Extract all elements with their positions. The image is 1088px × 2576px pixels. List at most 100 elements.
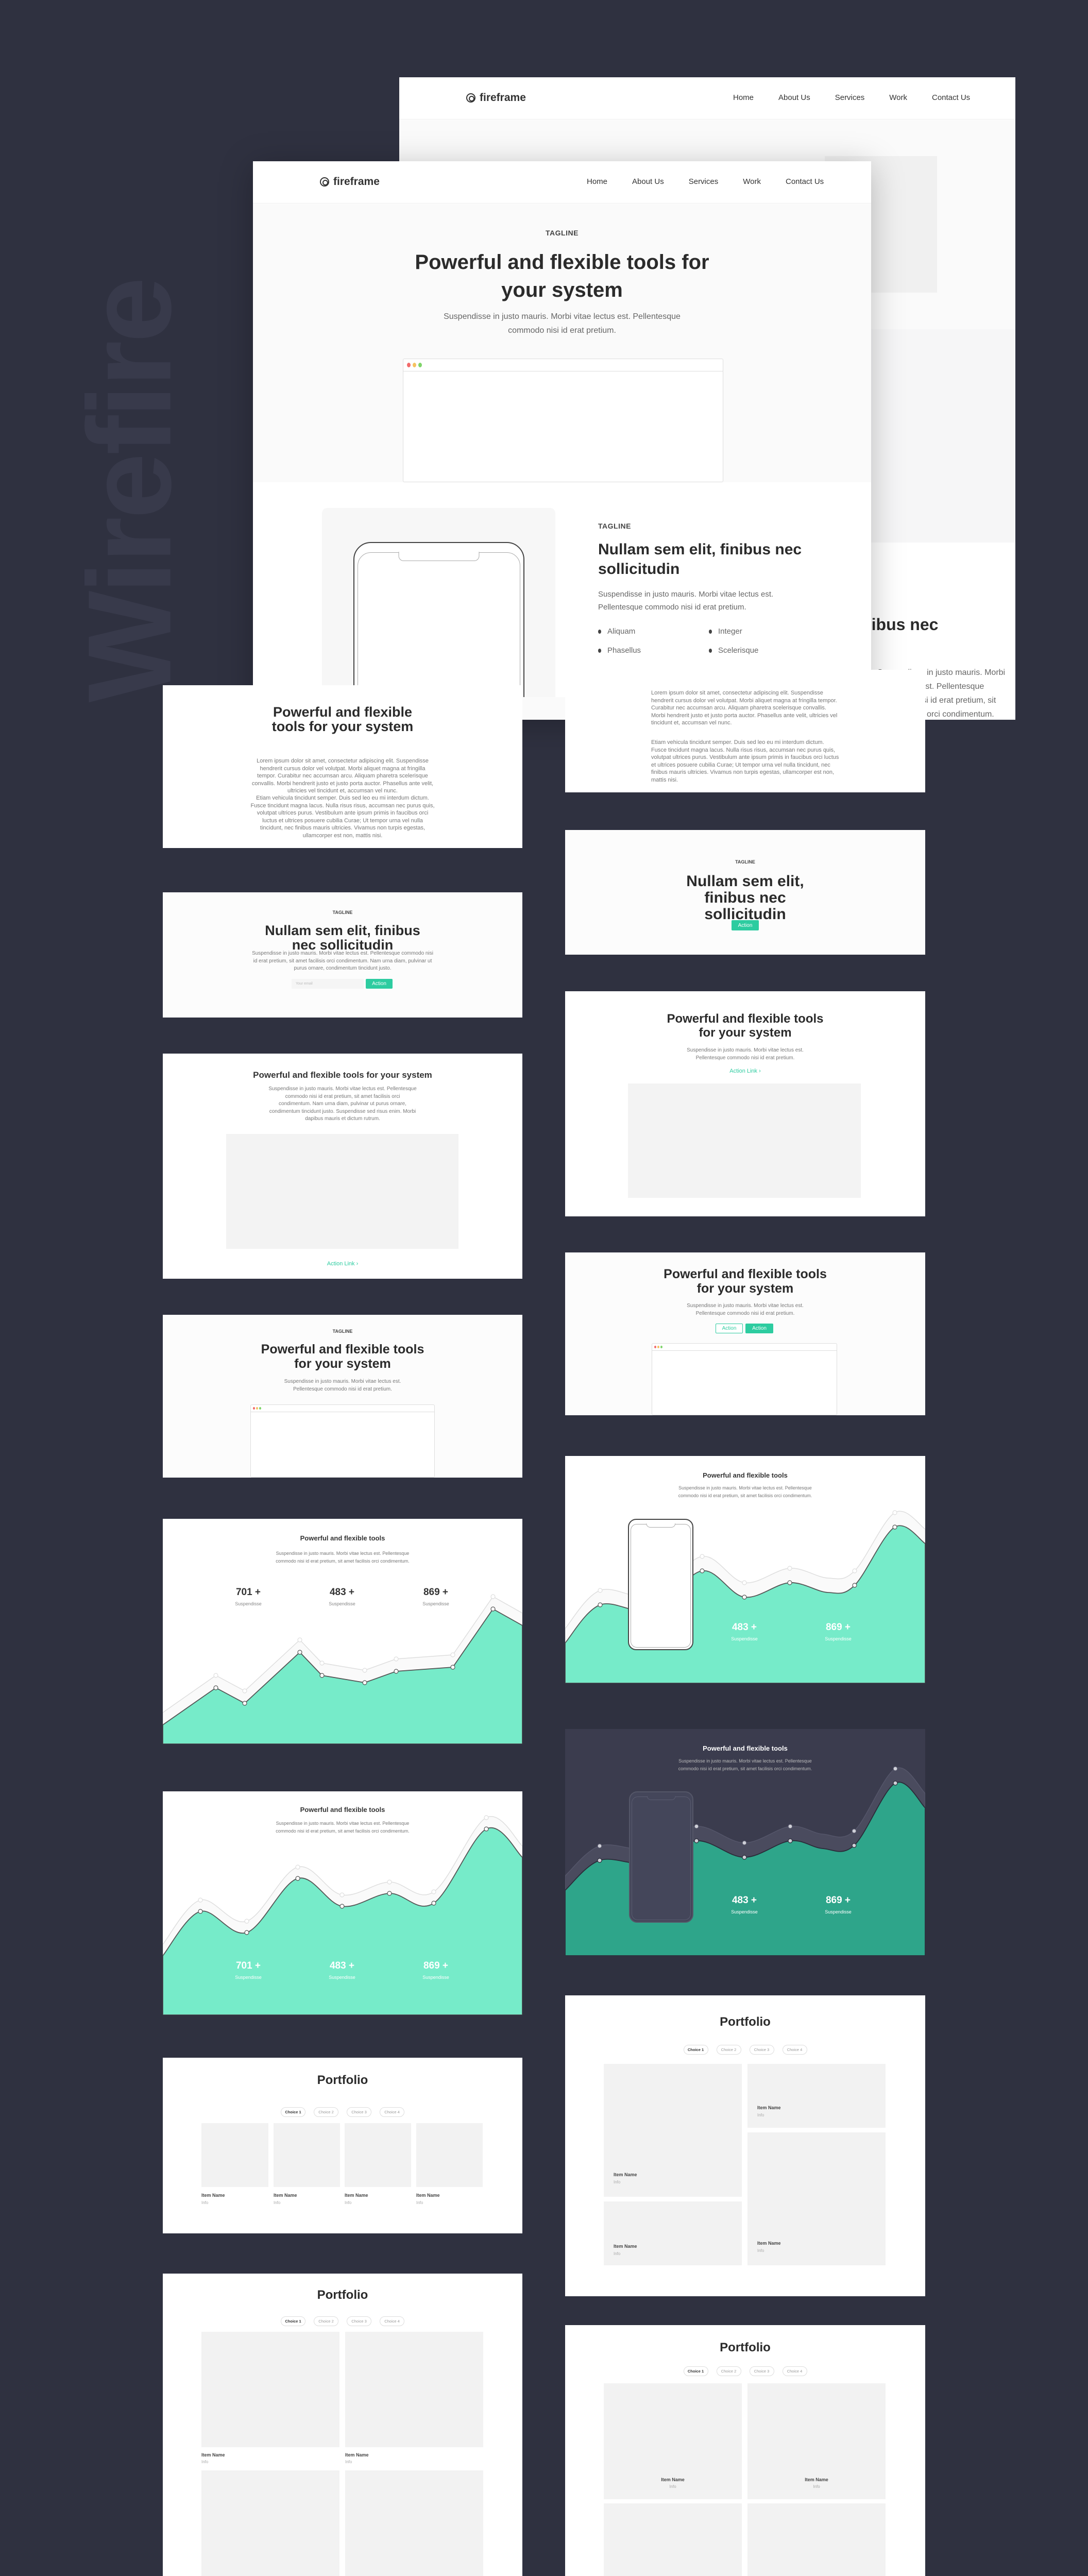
action-filled-button[interactable]: Action <box>745 1324 773 1333</box>
wave-point-marker <box>242 1701 247 1706</box>
wave-point-marker <box>387 1891 392 1896</box>
close-dot-icon <box>407 363 411 367</box>
portfolio-item[interactable]: Item Name Info <box>747 2064 886 2128</box>
action-button[interactable]: Action <box>732 920 759 930</box>
item-name: Item Name <box>201 2193 225 2198</box>
filter-chips: Choice 1 Choice 2 Choice 3 Choice 4 <box>163 2316 522 2326</box>
filter-choice-3[interactable]: Choice 3 <box>347 2316 371 2326</box>
portfolio-item[interactable] <box>747 2503 886 2576</box>
portfolio-item[interactable] <box>201 2470 339 2576</box>
wave-point-marker <box>242 1688 247 1693</box>
minimize-dot-icon <box>657 1346 659 1348</box>
wave-point-marker <box>700 1554 705 1559</box>
item-info: Info <box>813 2484 820 2489</box>
header-link-card: Powerful and flexible tools for your sys… <box>565 991 925 1216</box>
item-info: Info <box>614 2251 621 2256</box>
filter-choice-3[interactable]: Choice 3 <box>749 2045 774 2055</box>
card-body: Suspendisse in justo mauris. Morbi vitae… <box>268 1086 417 1122</box>
filter-choice-2[interactable]: Choice 2 <box>716 2045 741 2055</box>
filter-choice-1[interactable]: Choice 1 <box>683 2045 708 2055</box>
nav-work[interactable]: Work <box>889 93 907 102</box>
email-cta-card: TAGLINE Nullam sem elit, finibus nec sol… <box>163 892 522 1018</box>
nav-contact[interactable]: Contact Us <box>932 93 970 102</box>
action-outline-button[interactable]: Action <box>716 1324 743 1333</box>
portfolio-item[interactable] <box>604 2503 742 2576</box>
wave-point-marker <box>742 1840 747 1845</box>
portfolio-item[interactable] <box>201 2123 268 2187</box>
item-info: Info <box>416 2200 423 2205</box>
item-info: Info <box>345 2200 352 2205</box>
filter-choice-4[interactable]: Choice 4 <box>782 2045 807 2055</box>
filter-choice-1[interactable]: Choice 1 <box>281 2107 305 2117</box>
portfolio-item[interactable]: Item Name Info <box>747 2132 886 2265</box>
wave-point-marker <box>339 1892 345 1897</box>
portfolio-item[interactable] <box>201 2332 339 2447</box>
wave-point-marker <box>431 1901 436 1906</box>
minimize-dot-icon <box>256 1407 258 1410</box>
filter-choice-4[interactable]: Choice 4 <box>782 2366 807 2376</box>
nav-about[interactable]: About Us <box>778 93 810 102</box>
nav-work[interactable]: Work <box>743 177 761 186</box>
portfolio-item[interactable] <box>345 2332 483 2447</box>
stat-item: 869 + Suspendisse <box>422 1587 449 1606</box>
card-title: Powerful and flexible tools <box>703 1471 788 1479</box>
filter-choice-4[interactable]: Choice 4 <box>380 2316 404 2326</box>
nav-services[interactable]: Services <box>689 177 719 186</box>
portfolio-item[interactable] <box>416 2123 483 2187</box>
watermark-text: Wirefire <box>63 279 196 703</box>
portfolio-item[interactable]: Item Name Info <box>604 2383 742 2499</box>
filter-choice-1[interactable]: Choice 1 <box>281 2316 305 2326</box>
logo[interactable]: fireframe <box>320 176 380 188</box>
nav-home[interactable]: Home <box>587 177 607 186</box>
filter-choice-4[interactable]: Choice 4 <box>380 2107 404 2117</box>
hero-section: TAGLINE Powerful and flexible tools for … <box>253 204 871 482</box>
list-item: Integer <box>709 627 812 636</box>
wave-point-marker <box>597 1858 602 1863</box>
portfolio-item[interactable] <box>345 2470 483 2576</box>
filter-choice-2[interactable]: Choice 2 <box>716 2366 741 2376</box>
header-buttons-card: Powerful and flexible tools for your sys… <box>565 1252 925 1415</box>
portfolio-item[interactable] <box>274 2123 340 2187</box>
email-input[interactable]: Your email <box>292 979 364 989</box>
wave-point-marker <box>319 1673 325 1678</box>
stat-item: 483 + Suspendisse <box>329 1587 355 1606</box>
brand-name: fireframe <box>333 176 380 188</box>
wave-point-marker <box>852 1583 857 1588</box>
action-button[interactable]: Action <box>366 979 393 989</box>
filter-choice-2[interactable]: Choice 2 <box>314 2316 338 2326</box>
item-name: Item Name <box>661 2477 685 2482</box>
filter-choice-1[interactable]: Choice 1 <box>683 2366 708 2376</box>
filter-choice-3[interactable]: Choice 3 <box>749 2366 774 2376</box>
action-link[interactable]: Action Link › <box>163 1261 522 1267</box>
wave-point-marker <box>431 1889 436 1894</box>
portfolio-4col-card: Portfolio Choice 1 Choice 2 Choice 3 Choice… <box>163 2058 522 2233</box>
nav-home[interactable]: Home <box>733 93 754 102</box>
action-link[interactable]: Action Link › <box>565 1068 925 1074</box>
filter-choice-2[interactable]: Choice 2 <box>314 2107 338 2117</box>
phone-mockup <box>629 1791 693 1923</box>
stat-item: 701 + Suspendisse <box>235 1960 262 1980</box>
wave-point-marker <box>362 1668 367 1673</box>
maximize-dot-icon <box>259 1407 261 1410</box>
portfolio-item[interactable]: Item Name Info <box>747 2383 886 2499</box>
item-name: Item Name <box>274 2193 297 2198</box>
portfolio-title: Portfolio <box>720 2015 771 2029</box>
filter-choice-3[interactable]: Choice 3 <box>347 2107 371 2117</box>
foreground-wave-area <box>163 1827 522 2015</box>
portfolio-item[interactable] <box>345 2123 411 2187</box>
list-item: Scelerisque <box>709 646 812 655</box>
nav-contact[interactable]: Contact Us <box>786 177 824 186</box>
portfolio-masonry-card: Portfolio Choice 1 Choice 2 Choice 3 Choice… <box>565 1995 925 2296</box>
nav-about[interactable]: About Us <box>632 177 664 186</box>
portfolio-item[interactable]: Item Name Info <box>604 2201 742 2265</box>
portfolio-overlay-card: Portfolio Choice 1 Choice 2 Choice 3 Choice… <box>565 2325 925 2576</box>
logo[interactable]: fireframe <box>466 92 526 104</box>
card-body: Suspendisse in justo mauris. Morbi vitae… <box>284 1379 401 1392</box>
item-name: Item Name <box>614 2244 637 2249</box>
card-title: Powerful and flexible tools for your sys… <box>253 1070 432 1080</box>
nav-services[interactable]: Services <box>835 93 865 102</box>
close-dot-icon <box>253 1407 255 1410</box>
portfolio-item[interactable]: Item Name Info <box>604 2064 742 2197</box>
item-name: Item Name <box>345 2452 369 2458</box>
stat-item: 483 + Suspendisse <box>329 1960 355 1980</box>
